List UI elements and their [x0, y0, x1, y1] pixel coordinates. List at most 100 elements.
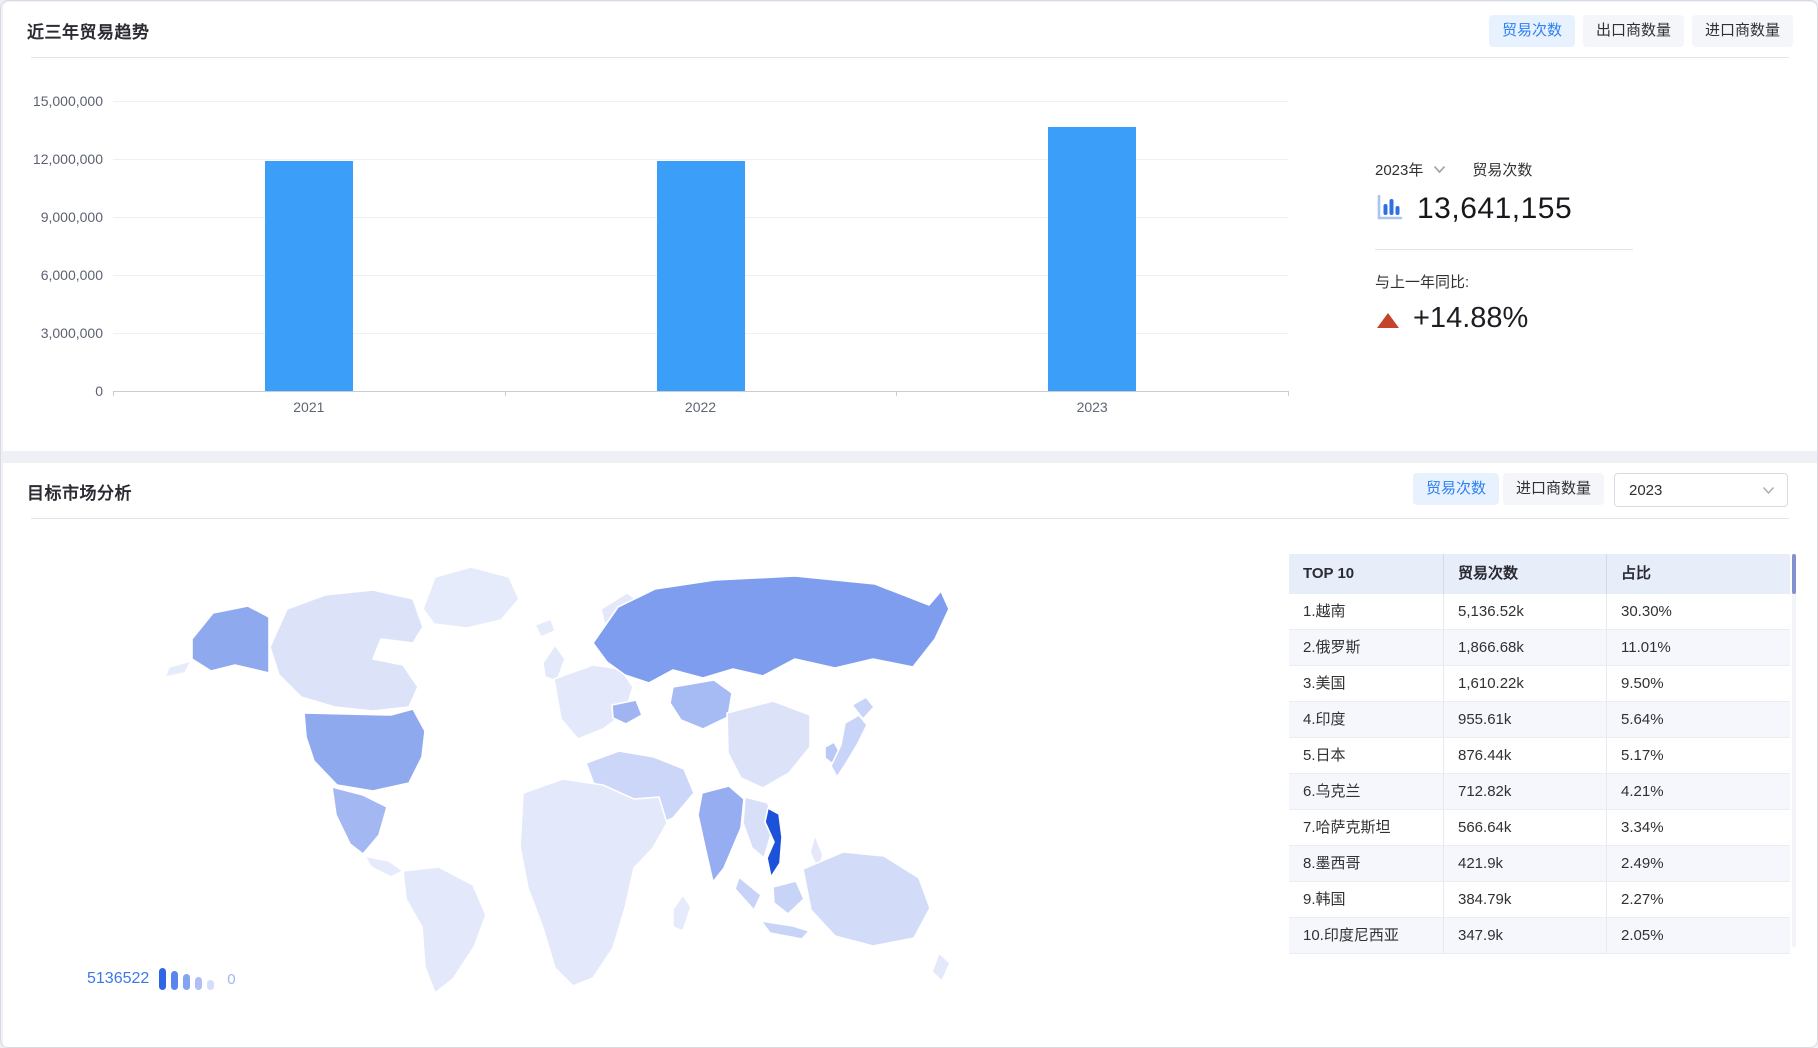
market-section-title: 目标市场分析 [27, 479, 132, 504]
market-metric-tab[interactable]: 贸易次数 [1413, 473, 1499, 505]
y-axis-tick-label: 0 [3, 383, 103, 399]
table-header-cell: TOP 10 [1289, 554, 1443, 594]
legend-max-value: 5136522 [87, 968, 149, 990]
trend-panel: 近三年贸易趋势 贸易次数出口商数量进口商数量 03,000,0006,000,0… [3, 2, 1817, 451]
trade-count-value: 13,641,155 [1417, 192, 1572, 226]
chevron-down-icon [1762, 482, 1775, 499]
chevron-down-icon[interactable] [1433, 161, 1446, 178]
legend-bar-icon [171, 971, 178, 990]
market-year-select[interactable]: 2023 [1614, 473, 1788, 507]
market-metric-tab[interactable]: 进口商数量 [1503, 473, 1604, 505]
y-axis-tick-label: 6,000,000 [3, 267, 103, 283]
rank-country-cell: 9.韩国 [1289, 882, 1443, 917]
gridline [113, 101, 1288, 102]
trade-count-cell: 955.61k [1443, 702, 1606, 737]
x-axis-tick [896, 391, 897, 396]
rank-country-cell: 7.哈萨克斯坦 [1289, 810, 1443, 845]
share-cell: 30.30% [1606, 594, 1790, 629]
trade-count-cell: 876.44k [1443, 738, 1606, 773]
stat-divider [1375, 249, 1633, 250]
share-cell: 3.34% [1606, 810, 1790, 845]
trade-count-cell: 384.79k [1443, 882, 1606, 917]
rank-country-cell: 1.越南 [1289, 594, 1443, 629]
trend-metric-tab[interactable]: 出口商数量 [1583, 15, 1684, 47]
x-axis-tick [113, 391, 114, 396]
x-axis-tick [1288, 391, 1289, 396]
table-row[interactable]: 6.乌克兰712.82k4.21% [1289, 774, 1790, 810]
trade-count-bar-2023[interactable] [1048, 127, 1136, 391]
legend-min-value: 0 [227, 970, 235, 990]
table-row[interactable]: 1.越南5,136.52k30.30% [1289, 594, 1790, 630]
bar-chart-icon [1375, 193, 1403, 226]
stat-header-row: 2023年 贸易次数 [1375, 159, 1532, 180]
rank-country-cell: 5.日本 [1289, 738, 1443, 773]
table-row[interactable]: 7.哈萨克斯坦566.64k3.34% [1289, 810, 1790, 846]
trade-count-bar-2021[interactable] [265, 161, 353, 391]
y-axis-tick-label: 9,000,000 [3, 209, 103, 225]
table-row[interactable]: 9.韩国384.79k2.27% [1289, 882, 1790, 918]
table-row[interactable]: 5.日本876.44k5.17% [1289, 738, 1790, 774]
x-axis-tick-label: 2022 [685, 399, 716, 415]
legend-bar-icon [195, 977, 202, 990]
map-legend: 5136522 0 [87, 968, 236, 990]
x-axis-tick-label: 2021 [293, 399, 324, 415]
stat-value-row: 13,641,155 [1375, 192, 1572, 226]
share-cell: 2.27% [1606, 882, 1790, 917]
rank-country-cell: 2.俄罗斯 [1289, 630, 1443, 665]
legend-bar-icon [183, 974, 190, 990]
share-cell: 4.21% [1606, 774, 1790, 809]
y-axis-tick-label: 15,000,000 [3, 93, 103, 109]
trade-count-cell: 347.9k [1443, 918, 1606, 953]
stat-year-dropdown[interactable]: 2023年 [1375, 159, 1423, 180]
table-row[interactable]: 4.印度955.61k5.64% [1289, 702, 1790, 738]
trend-metric-tabs: 贸易次数出口商数量进口商数量 [1489, 15, 1793, 47]
rank-country-cell: 3.美国 [1289, 666, 1443, 701]
yoy-label: 与上一年同比: [1375, 271, 1469, 292]
rank-country-cell: 4.印度 [1289, 702, 1443, 737]
trade-count-cell: 5,136.52k [1443, 594, 1606, 629]
table-header-row: TOP 10贸易次数占比 [1289, 554, 1790, 594]
dashboard-frame: 近三年贸易趋势 贸易次数出口商数量进口商数量 03,000,0006,000,0… [0, 0, 1818, 1048]
legend-bar-icon [159, 968, 166, 990]
share-cell: 11.01% [1606, 630, 1790, 665]
increase-triangle-icon [1377, 313, 1399, 328]
share-cell: 5.64% [1606, 702, 1790, 737]
trend-header-divider [31, 57, 1789, 58]
market-header-divider [31, 518, 1789, 519]
table-row[interactable]: 8.墨西哥421.9k2.49% [1289, 846, 1790, 882]
market-panel: 目标市场分析 贸易次数进口商数量 2023 [3, 463, 1817, 1048]
trade-count-cell: 421.9k [1443, 846, 1606, 881]
legend-bar-icon [207, 980, 214, 990]
table-header-cell: 占比 [1606, 554, 1790, 594]
table-row[interactable]: 10.印度尼西亚347.9k2.05% [1289, 918, 1790, 954]
rank-country-cell: 6.乌克兰 [1289, 774, 1443, 809]
rank-country-cell: 8.墨西哥 [1289, 846, 1443, 881]
rank-country-cell: 10.印度尼西亚 [1289, 918, 1443, 953]
stat-metric-label: 贸易次数 [1472, 159, 1532, 180]
x-axis-tick-label: 2023 [1077, 399, 1108, 415]
world-map[interactable] [73, 547, 975, 1019]
x-axis-tick [505, 391, 506, 396]
market-metric-tabs: 贸易次数进口商数量 [1413, 473, 1604, 505]
y-axis-tick-label: 12,000,000 [3, 151, 103, 167]
table-scrollbar-thumb[interactable] [1792, 554, 1796, 594]
trade-count-cell: 712.82k [1443, 774, 1606, 809]
trade-count-cell: 566.64k [1443, 810, 1606, 845]
share-cell: 9.50% [1606, 666, 1790, 701]
table-row[interactable]: 2.俄罗斯1,866.68k11.01% [1289, 630, 1790, 666]
market-year-value: 2023 [1629, 482, 1662, 499]
trade-count-cell: 1,866.68k [1443, 630, 1606, 665]
trend-section-title: 近三年贸易趋势 [27, 18, 150, 43]
share-cell: 2.05% [1606, 918, 1790, 953]
yoy-value: +14.88% [1413, 302, 1528, 335]
table-row[interactable]: 3.美国1,610.22k9.50% [1289, 666, 1790, 702]
trend-bar-chart [113, 101, 1288, 392]
share-cell: 5.17% [1606, 738, 1790, 773]
trend-metric-tab[interactable]: 进口商数量 [1692, 15, 1793, 47]
trade-count-cell: 1,610.22k [1443, 666, 1606, 701]
top10-table: TOP 10贸易次数占比1.越南5,136.52k30.30%2.俄罗斯1,86… [1289, 554, 1790, 954]
y-axis-tick-label: 3,000,000 [3, 325, 103, 341]
table-scrollbar[interactable] [1792, 554, 1796, 947]
trend-metric-tab[interactable]: 贸易次数 [1489, 15, 1575, 47]
trade-count-bar-2022[interactable] [657, 161, 745, 391]
